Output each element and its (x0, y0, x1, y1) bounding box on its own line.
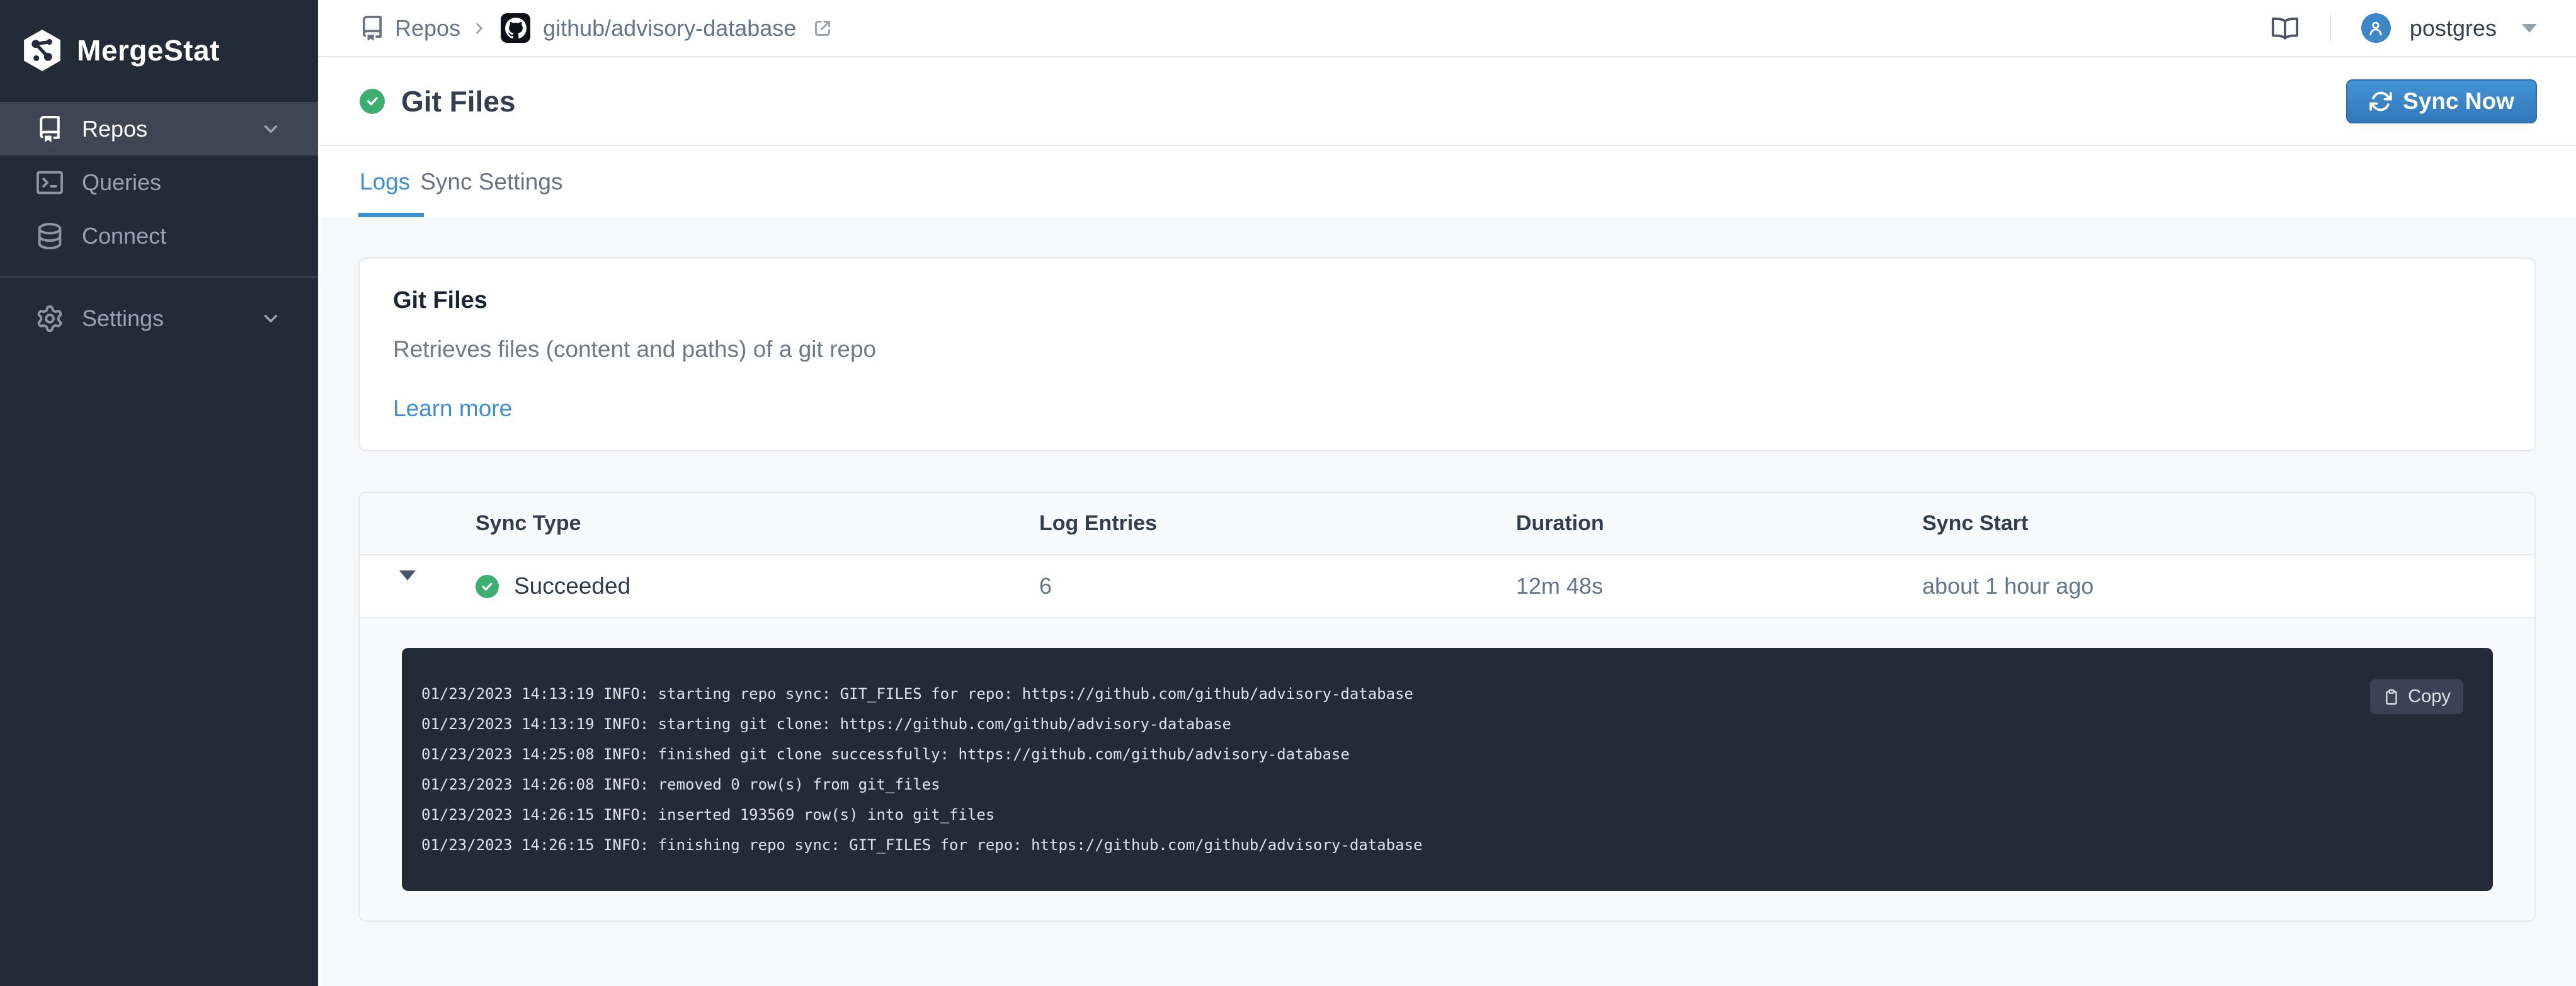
sync-now-button[interactable]: Sync Now (2346, 79, 2537, 123)
sync-type-card: Git Files Retrieves files (content and p… (358, 258, 2536, 451)
chevron-down-icon (264, 125, 278, 133)
col-header-sync-start: Sync Start (1922, 511, 2029, 535)
log-line: 01/23/2023 14:26:08 INFO: removed 0 row(… (421, 776, 940, 793)
log-line: 01/23/2023 14:26:15 INFO: inserted 19356… (421, 806, 995, 824)
topbar-right: postgres (2271, 13, 2537, 43)
row-status: Succeeded (514, 573, 631, 599)
sync-logs-table: Sync Type Log Entries Duration Sync Star… (358, 492, 2536, 922)
sidebar-item-queries[interactable]: Queries (0, 156, 318, 209)
user-avatar[interactable] (2361, 13, 2391, 43)
tab-label: Logs (360, 168, 411, 195)
tab-logs[interactable]: Logs (358, 146, 425, 217)
mergestat-app: MergeStat Repos Queries Connect Settings (0, 0, 2576, 986)
sync-type-description: Retrieves files (content and paths) of a… (393, 336, 877, 362)
topbar-divider (2329, 14, 2331, 42)
breadcrumb: Repos github/advisory-database (360, 13, 834, 43)
log-line: 01/23/2023 14:13:19 INFO: starting git c… (421, 715, 1231, 733)
sync-icon (2369, 91, 2392, 111)
page-title: Git Files (401, 84, 516, 118)
book-open-icon[interactable] (2271, 14, 2300, 43)
log-line: 01/23/2023 14:26:15 INFO: finishing repo… (421, 836, 1423, 854)
sidebar-item-connect[interactable]: Connect (0, 209, 318, 263)
clipboard-icon (2386, 689, 2398, 705)
sidebar: MergeStat Repos Queries Connect Settings (0, 0, 318, 986)
copy-logs-button[interactable]: Copy (2370, 679, 2463, 714)
sidebar-item-settings[interactable]: Settings (0, 292, 318, 345)
sync-now-label: Sync Now (2403, 88, 2514, 114)
repo-icon (40, 115, 60, 142)
table-header-row: Sync Type Log Entries Duration Sync Star… (360, 493, 2534, 555)
sidebar-item-label: Queries (82, 169, 162, 195)
row-duration: 12m 48s (1516, 573, 1604, 599)
col-header-sync-type: Sync Type (476, 511, 581, 535)
col-header-log-entries: Log Entries (1039, 511, 1158, 535)
sidebar-nav: Repos Queries Connect Settings (0, 102, 318, 345)
mergestat-logo-icon (24, 30, 60, 71)
row-expand-toggle[interactable] (399, 570, 416, 591)
tab-bar: Logs Sync Settings (318, 146, 2576, 217)
chevron-right-icon (476, 23, 482, 33)
sidebar-item-label: Repos (82, 115, 148, 142)
github-repo-avatar (501, 13, 531, 43)
sidebar-item-label: Settings (82, 305, 164, 331)
log-line: 01/23/2023 14:25:08 INFO: finished git c… (421, 745, 1350, 763)
table-row[interactable]: Succeeded 6 12m 48s about 1 hour ago (360, 555, 2534, 618)
caret-down-icon[interactable] (2522, 23, 2537, 33)
gear-icon (37, 305, 62, 332)
learn-more-link[interactable]: Learn more (393, 395, 512, 422)
sync-type-title: Git Files (393, 287, 487, 314)
success-check-icon (360, 88, 385, 114)
user-menu-label[interactable]: postgres (2410, 15, 2497, 42)
mergestat-logo[interactable]: MergeStat (0, 0, 318, 87)
terminal-icon (37, 171, 63, 194)
sidebar-divider (0, 276, 318, 278)
col-header-duration: Duration (1516, 511, 1604, 535)
logo-wordmark: MergeStat (77, 34, 220, 67)
breadcrumb-repos-link[interactable]: Repos (395, 15, 460, 42)
success-check-icon (476, 574, 499, 598)
database-icon (38, 222, 62, 249)
chevron-down-icon (264, 314, 278, 322)
page-header: Git Files Sync Now (318, 57, 2576, 146)
content-area: Git Files Retrieves files (content and p… (318, 217, 2576, 986)
tab-label: Sync Settings (420, 168, 563, 195)
sidebar-item-label: Connect (82, 222, 167, 249)
row-sync-start: about 1 hour ago (1922, 573, 2094, 599)
row-log-entries: 6 (1039, 573, 1052, 599)
external-link-icon[interactable] (811, 17, 834, 40)
repo-icon (363, 15, 382, 40)
log-output-panel: Copy 01/23/2023 14:13:19 INFO: starting … (402, 648, 2493, 891)
main-area: Repos github/advisory-database postgres (318, 0, 2576, 986)
tab-sync-settings[interactable]: Sync Settings (420, 146, 562, 217)
log-line: 01/23/2023 14:13:19 INFO: starting repo … (421, 685, 1413, 703)
sidebar-item-repos[interactable]: Repos (0, 102, 318, 156)
topbar: Repos github/advisory-database postgres (318, 0, 2576, 57)
breadcrumb-repo-name[interactable]: github/advisory-database (543, 15, 796, 42)
copy-label: Copy (2408, 686, 2451, 706)
row-expanded-panel: Copy 01/23/2023 14:13:19 INFO: starting … (360, 618, 2534, 921)
